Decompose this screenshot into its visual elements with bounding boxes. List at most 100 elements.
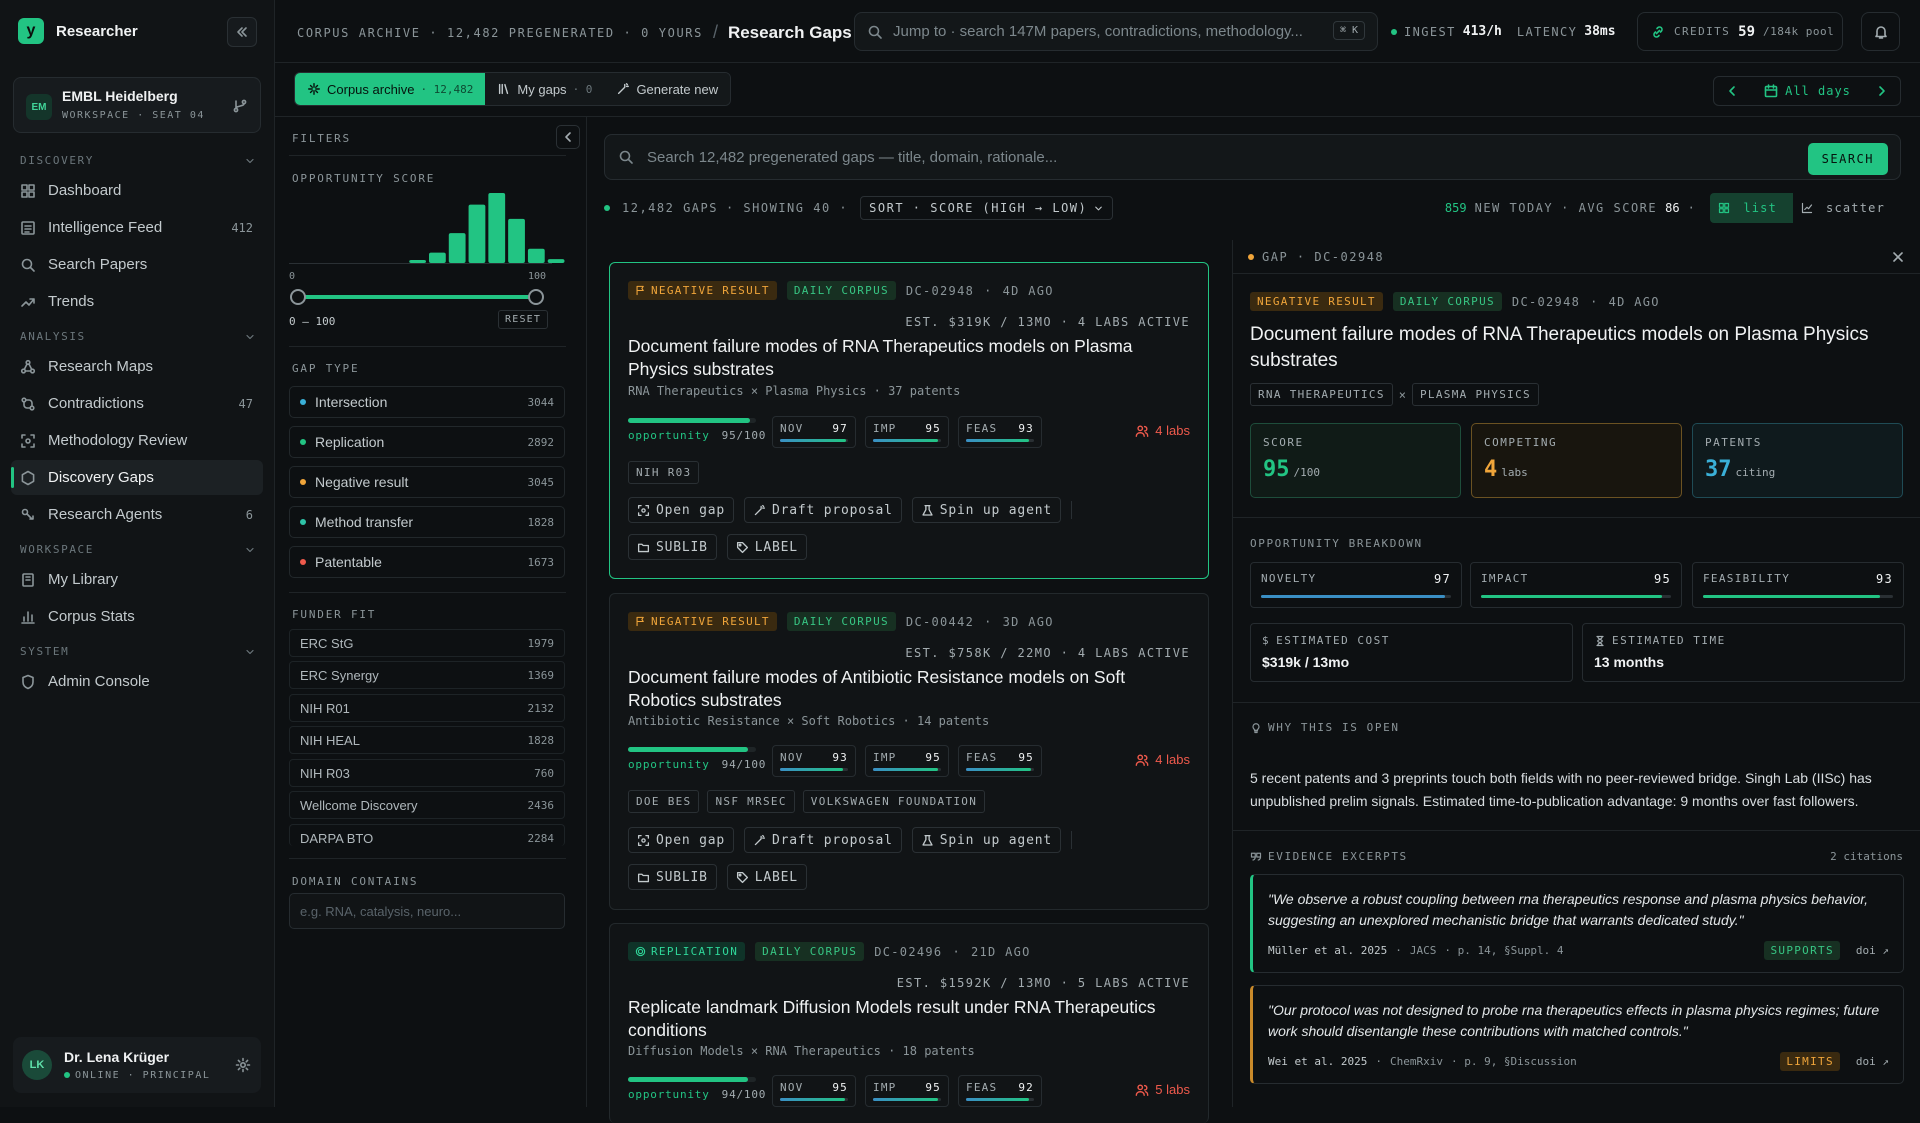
- search-button[interactable]: SEARCH: [1807, 143, 1888, 175]
- gap-title[interactable]: Replicate landmark Diffusion Models resu…: [628, 996, 1188, 1042]
- view-scatter-button[interactable]: scatter: [1793, 193, 1901, 223]
- nav-section-analysis[interactable]: ANALYSIS: [20, 330, 256, 343]
- sidebar-item-research-maps[interactable]: Research Maps: [11, 349, 263, 384]
- sidebar-item-dashboard[interactable]: Dashboard: [11, 173, 263, 208]
- divider: [1233, 273, 1920, 274]
- gap-title[interactable]: Document failure modes of Antibiotic Res…: [628, 666, 1188, 712]
- sidebar-item-contradictions[interactable]: Contradictions 47: [11, 386, 263, 421]
- collapse-sidebar-button[interactable]: [227, 17, 257, 47]
- draft-proposal-button[interactable]: Draft proposal: [744, 497, 902, 523]
- open-gap-button[interactable]: Open gap: [628, 497, 735, 523]
- gear-icon[interactable]: [235, 1057, 251, 1073]
- user-card[interactable]: LK Dr. Lena Krüger ONLINE · PRINCIPAL: [13, 1037, 261, 1093]
- funder-nih-r01[interactable]: NIH R01 2132: [289, 694, 565, 722]
- open-icon: [637, 834, 650, 846]
- sidebar-item-discovery-gaps[interactable]: Discovery Gaps: [11, 460, 263, 495]
- sidebar-item-methodology-review[interactable]: Methodology Review: [11, 423, 263, 458]
- close-icon[interactable]: [1890, 249, 1906, 265]
- collapse-filters-button[interactable]: [556, 125, 580, 149]
- spin-up-agent-button[interactable]: Spin up agent: [911, 497, 1061, 523]
- funder-nih-heal[interactable]: NIH HEAL 1828: [289, 726, 565, 754]
- date-range-picker[interactable]: All days: [1713, 76, 1901, 106]
- funder-erc-synergy[interactable]: ERC Synergy 1369: [289, 661, 565, 689]
- domain-tag[interactable]: PLASMA PHYSICS: [1412, 383, 1539, 406]
- doi-link[interactable]: doi ↗: [1856, 944, 1889, 957]
- domain-tag[interactable]: RNA THERAPEUTICS: [1250, 383, 1393, 406]
- feed-icon: [21, 220, 35, 235]
- gap-type-patentable[interactable]: Patentable 1673: [289, 546, 565, 578]
- reset-button[interactable]: RESET: [498, 310, 549, 329]
- gap-type-method-transfer[interactable]: Method transfer 1828: [289, 506, 565, 538]
- chevron-right-icon[interactable]: [1874, 83, 1890, 99]
- sublib-button[interactable]: SUBLIB: [628, 534, 717, 560]
- sidebar-item-corpus-stats[interactable]: Corpus Stats: [11, 599, 263, 634]
- view-list-button[interactable]: list: [1710, 193, 1794, 223]
- supports-badge: SUPPORTS: [1764, 941, 1840, 960]
- flask-icon: [922, 504, 933, 516]
- novelty-metric: NOV 95: [772, 1075, 856, 1107]
- open-gap-button[interactable]: Open gap: [628, 827, 735, 853]
- jump-placeholder: Jump to · search 147M papers, contradict…: [893, 23, 1303, 40]
- sidebar-item-trends[interactable]: Trends: [11, 284, 263, 319]
- workspace-switcher[interactable]: EM EMBL Heidelberg WORKSPACE · SEAT 04: [13, 77, 261, 133]
- notifications-button[interactable]: [1861, 12, 1900, 51]
- sidebar-item-search-papers[interactable]: Search Papers: [11, 247, 263, 282]
- range-handle-max[interactable]: [528, 289, 544, 305]
- view-toggle: list scatter: [1710, 193, 1901, 223]
- tab-my-gaps[interactable]: My gaps · 0: [485, 73, 605, 105]
- credits-widget[interactable]: CREDITS 59 /184k pool: [1637, 12, 1843, 51]
- search-icon: [868, 25, 882, 39]
- chevron-left-icon[interactable]: [1724, 83, 1740, 99]
- tab-generate-new[interactable]: Generate new: [604, 73, 731, 105]
- label-button[interactable]: LABEL: [726, 864, 807, 890]
- funder-tag[interactable]: NIH R03: [628, 461, 700, 484]
- sidebar-item-research-agents[interactable]: Research Agents 6: [11, 497, 263, 532]
- sidebar-item-admin-console[interactable]: Admin Console: [11, 664, 263, 699]
- sublib-button[interactable]: SUBLIB: [628, 864, 717, 890]
- funder-erc-stg[interactable]: ERC StG 1979: [289, 629, 565, 657]
- gap-search-input[interactable]: Search 12,482 pregenerated gaps — title,…: [604, 134, 1901, 180]
- funder-tag[interactable]: NSF MRSEC: [707, 790, 795, 813]
- gap-domain: Diffusion Models × RNA Therapeutics · 18…: [628, 1044, 975, 1058]
- nav-section-discovery[interactable]: DISCOVERY: [20, 154, 256, 167]
- label-button[interactable]: LABEL: [726, 534, 807, 560]
- grid-icon: [1719, 202, 1730, 214]
- excerpt-author: Müller et al. 2025: [1268, 944, 1388, 957]
- brand[interactable]: y Researcher: [18, 18, 138, 44]
- latency-value: 38ms: [1584, 24, 1616, 39]
- gap-card[interactable]: REPLICATION DAILY CORPUS DC-02496 · 21D AG…: [609, 923, 1209, 1123]
- gap-type-negative-result[interactable]: Negative result 3045: [289, 466, 565, 498]
- funder-nih-r03[interactable]: NIH R03 760: [289, 759, 565, 787]
- jump-search-input[interactable]: Jump to · search 147M papers, contradict…: [854, 12, 1378, 51]
- gap-card[interactable]: NEGATIVE RESULT DAILY CORPUS DC-00442 · 3D…: [609, 593, 1209, 910]
- page-title: Research Gaps: [727, 22, 852, 42]
- type-badge: NEGATIVE RESULT: [628, 281, 777, 300]
- doi-link[interactable]: doi ↗: [1856, 1055, 1889, 1068]
- gap-card[interactable]: NEGATIVE RESULT DAILY CORPUS DC-02948 · 4D…: [609, 262, 1209, 579]
- gap-age: 21D AGO: [970, 944, 1031, 959]
- funder-darpa-bto[interactable]: DARPA BTO 2284: [289, 824, 565, 846]
- nav-section-system[interactable]: SYSTEM: [20, 645, 256, 658]
- domain-contains-input[interactable]: [289, 893, 565, 929]
- range-handle-min[interactable]: [290, 289, 306, 305]
- folder-icon: [637, 873, 650, 882]
- breadcrumb-archive[interactable]: CORPUS ARCHIVE · 12,482 PREGENERATED · 0…: [297, 26, 703, 40]
- method-icon: [21, 433, 35, 448]
- gap-title[interactable]: Document failure modes of RNA Therapeuti…: [628, 335, 1188, 381]
- funder-tag[interactable]: VOLKSWAGEN FOUNDATION: [802, 790, 986, 813]
- sort-dropdown[interactable]: SORT · SCORE (HIGH → LOW): [860, 196, 1114, 220]
- sidebar-item-my-library[interactable]: My Library: [11, 562, 263, 597]
- gap-type-intersection[interactable]: Intersection 3044: [289, 386, 565, 418]
- spin-up-agent-button[interactable]: Spin up agent: [911, 827, 1061, 853]
- tab-corpus-archive[interactable]: Corpus archive · 12,482: [295, 73, 486, 105]
- sidebar-item-intelligence-feed[interactable]: Intelligence Feed 412: [11, 210, 263, 245]
- domain-contains-label: DOMAIN CONTAINS: [292, 875, 419, 888]
- draft-proposal-button[interactable]: Draft proposal: [744, 827, 902, 853]
- funder-wellcome-discovery[interactable]: Wellcome Discovery 2436: [289, 791, 565, 819]
- funder-tag[interactable]: DOE BES: [628, 790, 700, 813]
- filters-panel: FILTERS OPPORTUNITY SCORE 0 100 0 – 100 …: [275, 117, 587, 1107]
- score-label: OPPORTUNITY SCORE: [292, 172, 436, 185]
- histogram-bar: [488, 193, 506, 263]
- gap-type-replication[interactable]: Replication 2892: [289, 426, 565, 458]
- nav-section-workspace[interactable]: WORKSPACE: [20, 543, 256, 556]
